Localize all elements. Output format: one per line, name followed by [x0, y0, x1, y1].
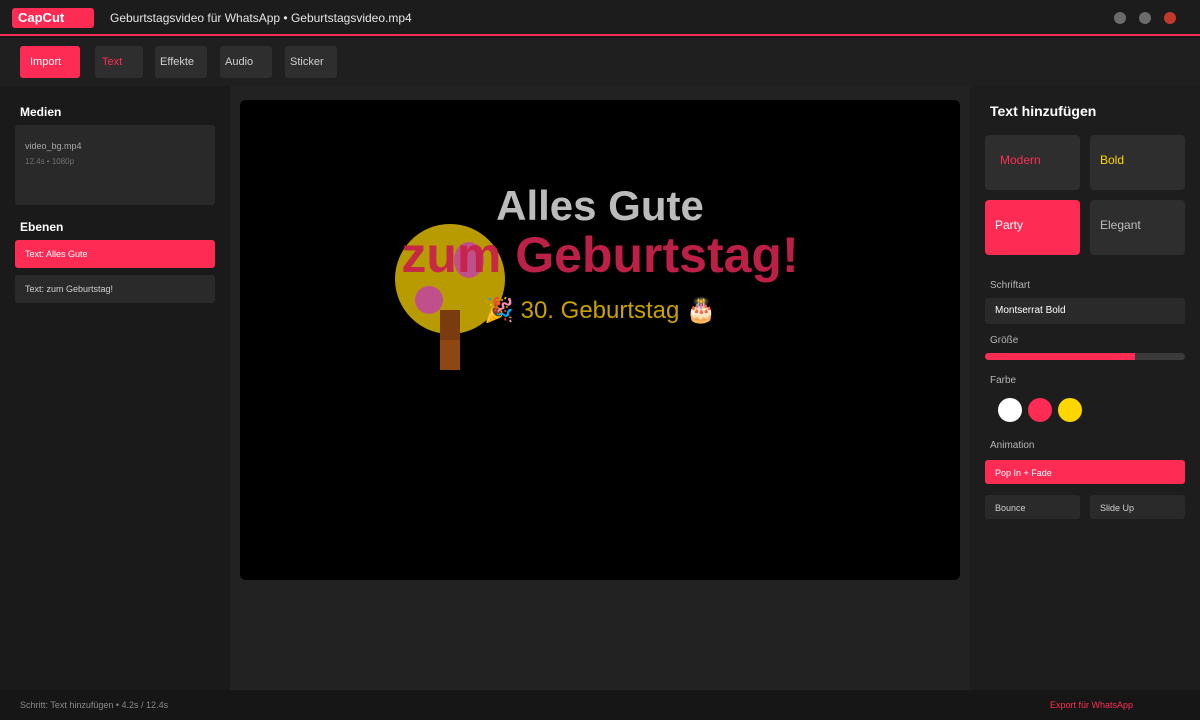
balloon-stick [440, 340, 460, 370]
size-slider[interactable] [985, 353, 1185, 360]
style-modern[interactable]: Modern [985, 135, 1080, 190]
animation-pop-in-fade[interactable]: Pop In + Fade [985, 460, 1185, 484]
media-title: Medien [20, 105, 62, 119]
title-bar: CapCut Geburtstagsvideo für WhatsApp • G… [0, 0, 1200, 36]
text-overlay-geburtstag[interactable]: zum Geburtstag! [240, 226, 960, 284]
color-swatch-red[interactable] [1028, 398, 1052, 422]
media-filename: video_bg.mp4 [25, 141, 82, 151]
style-bold[interactable]: Bold [1090, 135, 1185, 190]
text-overlay-alles-gute[interactable]: Alles Gute [240, 182, 960, 230]
effects-tab[interactable]: Effekte [155, 46, 207, 78]
import-button[interactable]: Import [20, 46, 80, 78]
font-select[interactable]: Montserrat Bold [985, 298, 1185, 324]
layer-item[interactable]: Text: zum Geburtstag! [15, 275, 215, 303]
animation-bounce[interactable]: Bounce [985, 495, 1080, 519]
animation-slide-up[interactable]: Slide Up [1090, 495, 1185, 519]
layer-item-selected[interactable]: Text: Alles Gute [15, 240, 215, 268]
close-button[interactable] [1164, 12, 1176, 24]
style-party[interactable]: Party [985, 200, 1080, 255]
media-meta: 12.4s • 1080p [25, 157, 75, 166]
color-swatch-white[interactable] [998, 398, 1022, 422]
export-button[interactable]: Export für WhatsApp [1050, 700, 1133, 710]
status-bar: Schritt: Text hinzufügen • 4.2s / 12.4s … [0, 690, 1200, 720]
video-preview[interactable]: Alles Gute zum Geburtstag! 🎉 30. Geburts… [240, 100, 960, 580]
media-item[interactable]: video_bg.mp4 12.4s • 1080p [15, 125, 215, 205]
sticker-tab[interactable]: Sticker [285, 46, 337, 78]
text-tab[interactable]: Text [95, 46, 143, 78]
maximize-button[interactable] [1139, 12, 1151, 24]
minimize-button[interactable] [1114, 12, 1126, 24]
left-panel: Medien video_bg.mp4 12.4s • 1080p Ebenen… [0, 86, 230, 690]
text-properties-panel: Text hinzufügen Modern Bold Party Elegan… [970, 86, 1200, 690]
color-label: Farbe [990, 375, 1017, 386]
color-swatch-yellow[interactable] [1058, 398, 1082, 422]
font-label: Schriftart [990, 280, 1031, 291]
layers-title: Ebenen [20, 220, 64, 234]
app-logo: CapCut [12, 8, 94, 28]
status-text: Schritt: Text hinzufügen • 4.2s / 12.4s [20, 700, 169, 710]
animation-label: Animation [990, 440, 1035, 451]
text-overlay-subtitle[interactable]: 🎉 30. Geburtstag 🎂 [240, 296, 960, 325]
audio-tab[interactable]: Audio [220, 46, 272, 78]
style-elegant[interactable]: Elegant [1090, 200, 1185, 255]
preview-area: Alles Gute zum Geburtstag! 🎉 30. Geburts… [230, 86, 970, 690]
size-label: Größe [990, 335, 1019, 346]
main-toolbar: Import Text Effekte Audio Sticker [0, 38, 1200, 86]
panel-title: Text hinzufügen [990, 103, 1097, 119]
size-slider-fill [985, 353, 1135, 360]
window-title: Geburtstagsvideo für WhatsApp • Geburtst… [110, 11, 412, 25]
